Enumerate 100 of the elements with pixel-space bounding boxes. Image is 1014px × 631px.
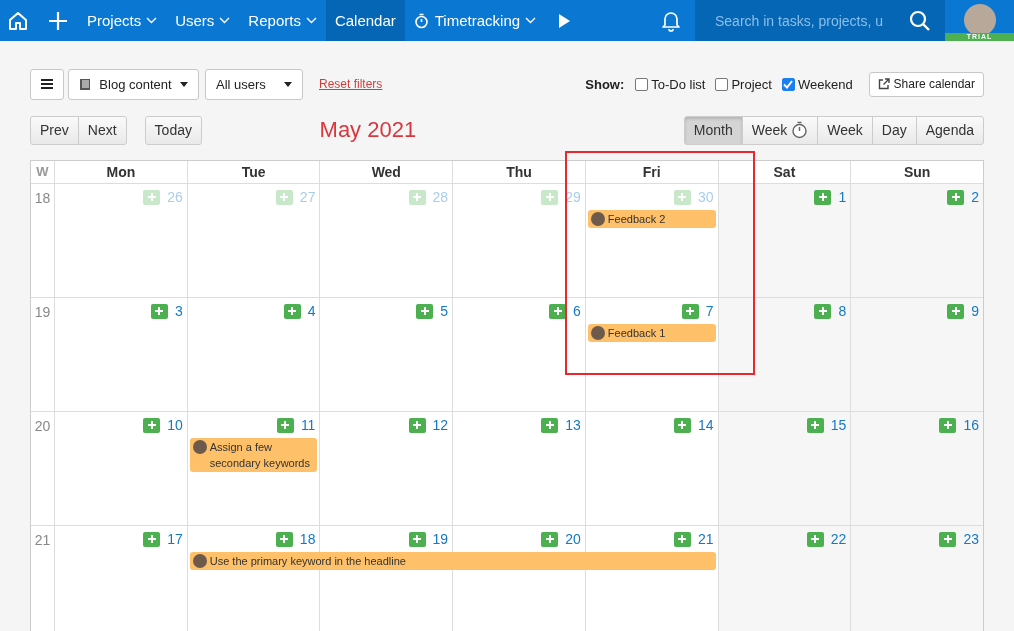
- add-event-button[interactable]: [408, 531, 426, 547]
- add-event-button[interactable]: [416, 303, 434, 319]
- plus-icon: [942, 420, 953, 430]
- plus-icon: [810, 534, 821, 544]
- view-tab[interactable]: Day: [871, 115, 917, 145]
- plus-icon: [287, 306, 298, 316]
- show-label: Show:: [585, 76, 625, 92]
- day-number[interactable]: 9: [971, 303, 979, 319]
- event-bar[interactable]: Use the primary keyword in the headline: [189, 552, 716, 570]
- add-event-button[interactable]: [674, 417, 691, 433]
- today-button[interactable]: Today: [144, 115, 202, 145]
- day-number[interactable]: 15: [830, 417, 847, 433]
- checkmark-icon: [783, 79, 794, 89]
- add-event-button[interactable]: [814, 303, 832, 319]
- day-number[interactable]: 23: [963, 531, 979, 547]
- week-column-header: W: [35, 163, 50, 181]
- add-event-button[interactable]: [541, 531, 559, 547]
- menu-button[interactable]: [30, 68, 64, 100]
- plus-icon: [677, 534, 688, 544]
- avatar-icon: [192, 440, 207, 454]
- add-event-button[interactable]: [939, 531, 957, 547]
- day-number[interactable]: 12: [432, 417, 449, 433]
- add-event-button[interactable]: [150, 303, 168, 319]
- add-event-button[interactable]: [541, 417, 559, 433]
- day-number[interactable]: 10: [167, 417, 183, 433]
- view-tab[interactable]: Month: [683, 115, 743, 145]
- day-number[interactable]: 18: [299, 531, 316, 547]
- book-icon: [79, 77, 91, 91]
- share-calendar-button[interactable]: Share calendar: [868, 71, 984, 97]
- week-number: 21: [34, 532, 51, 548]
- day-number[interactable]: 6: [573, 303, 581, 319]
- view-tab[interactable]: Week: [741, 115, 819, 145]
- nav-menu-item[interactable]: Timetracking: [404, 0, 546, 41]
- add-event-button[interactable]: [806, 417, 824, 433]
- reset-filters-link[interactable]: Reset filters: [319, 77, 383, 91]
- day-number[interactable]: 13: [565, 417, 581, 433]
- day-header: Wed: [319, 161, 453, 183]
- day-number[interactable]: 16: [963, 417, 979, 433]
- search-field[interactable]: Search in tasks, projects, u: [695, 0, 905, 41]
- add-event-button[interactable]: [143, 417, 161, 433]
- day-number[interactable]: 4: [307, 303, 316, 319]
- project-dropdown[interactable]: Blog content: [68, 68, 199, 100]
- view-tab[interactable]: Week: [817, 115, 873, 145]
- plus-icon: [412, 534, 423, 544]
- plus-icon: [544, 534, 555, 544]
- share-icon: [877, 78, 890, 90]
- day-number[interactable]: 22: [830, 531, 847, 547]
- day-number[interactable]: 5: [440, 303, 449, 319]
- add-event-button[interactable]: [283, 303, 301, 319]
- add-event-button[interactable]: [947, 189, 965, 205]
- day-number[interactable]: 21: [698, 531, 714, 547]
- add-event-button[interactable]: [681, 303, 699, 319]
- users-dropdown[interactable]: All users: [205, 68, 303, 100]
- day-header: Sat: [717, 161, 851, 183]
- view-tab[interactable]: Agenda: [915, 115, 984, 145]
- show-option-checkbox[interactable]: Weekend: [781, 76, 853, 92]
- add-event-button[interactable]: [806, 531, 824, 547]
- avatar-icon: [590, 212, 605, 226]
- nav-button[interactable]: Prev: [30, 115, 79, 145]
- nav-menu-item[interactable]: Calendar: [325, 0, 405, 41]
- nav-menu-item[interactable]: Reports: [239, 0, 326, 41]
- plus-icon: [685, 306, 696, 316]
- event-bar[interactable]: Feedback 1: [587, 324, 716, 342]
- add-event-button[interactable]: [408, 417, 426, 433]
- plus-icon: [544, 420, 555, 430]
- week-number: 19: [34, 304, 51, 320]
- plus-icon: [818, 192, 828, 202]
- day-header: Sun: [850, 161, 983, 183]
- show-option-checkbox[interactable]: Project: [715, 76, 772, 92]
- plus-icon: [412, 420, 423, 430]
- day-number[interactable]: 14: [698, 417, 714, 433]
- search-button[interactable]: [905, 0, 945, 41]
- nav-menu-item[interactable]: Projects: [78, 0, 167, 41]
- plus-icon: [942, 534, 953, 544]
- nav-menu-item[interactable]: Users: [166, 0, 240, 41]
- add-event-button[interactable]: [939, 417, 957, 433]
- day-number[interactable]: 11: [300, 417, 316, 433]
- day-number[interactable]: 17: [167, 531, 183, 547]
- day-number[interactable]: 7: [705, 303, 714, 319]
- event-bar[interactable]: Assign a few secondary keywords: [189, 438, 318, 472]
- day-header: Thu: [452, 161, 585, 183]
- day-number[interactable]: 2: [971, 189, 979, 205]
- day-number[interactable]: 20: [565, 531, 581, 547]
- event-bar[interactable]: Feedback 2: [587, 210, 716, 228]
- add-event-button[interactable]: [674, 531, 691, 547]
- nav-button[interactable]: Next: [77, 115, 127, 145]
- add-event-button[interactable]: [275, 531, 293, 547]
- day-number[interactable]: 19: [432, 531, 449, 547]
- user-avatar[interactable]: [963, 4, 996, 36]
- day-number[interactable]: 3: [174, 303, 183, 319]
- day-number[interactable]: 1: [838, 189, 847, 205]
- day-number[interactable]: 8: [838, 303, 847, 319]
- add-event-button[interactable]: [276, 417, 294, 433]
- add-event-button[interactable]: [947, 303, 965, 319]
- plus-icon: [146, 420, 157, 430]
- add-event-button[interactable]: [814, 189, 832, 205]
- avatar-icon: [590, 326, 605, 340]
- show-option-checkbox[interactable]: To-Do list: [635, 76, 706, 92]
- add-event-button[interactable]: [143, 531, 161, 547]
- plus-icon: [280, 420, 291, 430]
